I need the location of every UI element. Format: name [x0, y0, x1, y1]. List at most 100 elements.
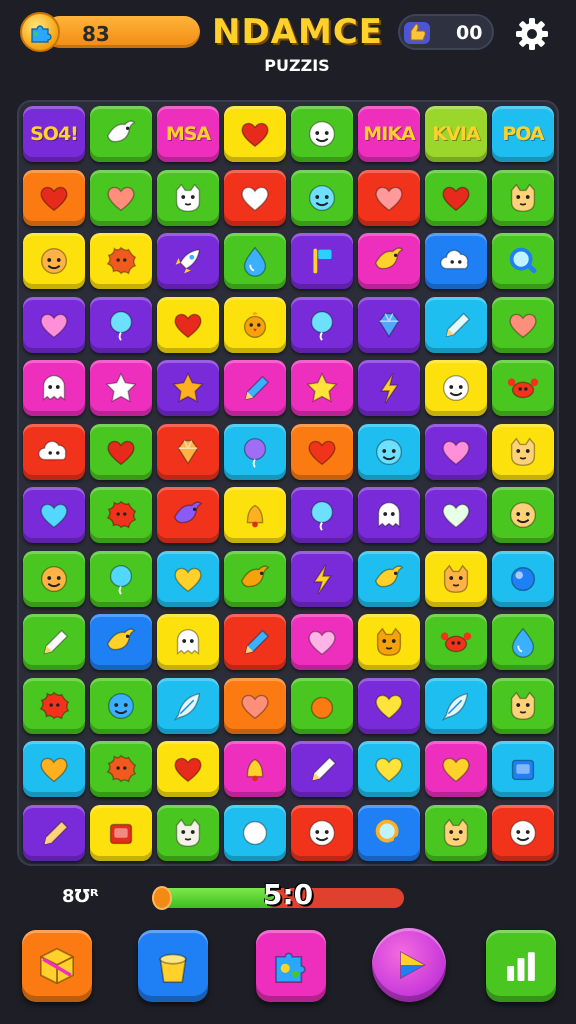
tile[interactable]	[291, 550, 353, 607]
play-button[interactable]	[372, 928, 446, 1002]
tile[interactable]	[425, 677, 487, 734]
tile[interactable]	[224, 169, 286, 226]
tile[interactable]	[291, 106, 353, 162]
tile[interactable]	[23, 296, 85, 353]
tile[interactable]	[358, 677, 420, 734]
tile[interactable]	[157, 360, 219, 416]
tile[interactable]	[90, 106, 152, 162]
tile[interactable]	[157, 677, 219, 734]
tile[interactable]: MSA	[157, 106, 219, 162]
tile[interactable]	[492, 423, 554, 480]
tile[interactable]	[90, 614, 152, 670]
tile[interactable]	[492, 550, 554, 607]
tile[interactable]	[291, 233, 353, 289]
puzzle-button[interactable]	[256, 930, 326, 1002]
tile[interactable]	[157, 804, 219, 861]
tile[interactable]	[358, 741, 420, 797]
tile[interactable]	[90, 487, 152, 543]
tile[interactable]	[425, 423, 487, 480]
tile[interactable]	[492, 169, 554, 226]
tile[interactable]	[425, 550, 487, 607]
tile[interactable]	[224, 677, 286, 734]
tile[interactable]	[224, 360, 286, 416]
tile[interactable]	[224, 614, 286, 670]
tile[interactable]	[425, 741, 487, 797]
tile[interactable]	[425, 614, 487, 670]
tile[interactable]	[492, 296, 554, 353]
tile[interactable]	[23, 487, 85, 543]
tile[interactable]	[23, 360, 85, 416]
tile[interactable]	[358, 360, 420, 416]
tile[interactable]	[492, 677, 554, 734]
tile[interactable]: KVIA	[425, 106, 487, 162]
tile[interactable]: MIKA	[358, 106, 420, 162]
tile[interactable]	[23, 233, 85, 289]
tile[interactable]	[425, 169, 487, 226]
tile[interactable]	[291, 169, 353, 226]
tile[interactable]	[425, 360, 487, 416]
tile[interactable]	[157, 550, 219, 607]
tile[interactable]	[425, 804, 487, 861]
tile[interactable]	[291, 487, 353, 543]
tile[interactable]	[90, 360, 152, 416]
tile[interactable]: POA	[492, 106, 554, 162]
tile[interactable]	[90, 296, 152, 353]
coin-counter[interactable]: 83	[20, 12, 200, 52]
tile[interactable]	[224, 487, 286, 543]
tile[interactable]	[90, 169, 152, 226]
tile[interactable]	[291, 804, 353, 861]
tile[interactable]	[358, 233, 420, 289]
tile[interactable]	[224, 741, 286, 797]
tile[interactable]	[23, 741, 85, 797]
lives-counter[interactable]: 00	[398, 14, 494, 50]
settings-button[interactable]	[512, 14, 552, 54]
tile[interactable]	[358, 804, 420, 861]
tile[interactable]	[492, 804, 554, 861]
tile[interactable]	[358, 614, 420, 670]
tile[interactable]	[492, 614, 554, 670]
tile[interactable]	[23, 550, 85, 607]
tile[interactable]	[358, 423, 420, 480]
bucket-button[interactable]	[138, 930, 208, 1002]
tile[interactable]	[291, 360, 353, 416]
tile[interactable]	[90, 741, 152, 797]
tile[interactable]	[23, 804, 85, 861]
tile[interactable]	[90, 423, 152, 480]
tile[interactable]	[157, 741, 219, 797]
tile[interactable]	[23, 169, 85, 226]
tile[interactable]	[90, 233, 152, 289]
tile[interactable]	[23, 677, 85, 734]
tile[interactable]	[358, 169, 420, 226]
tile[interactable]	[425, 233, 487, 289]
tile[interactable]	[157, 296, 219, 353]
tile[interactable]	[358, 487, 420, 543]
tile[interactable]	[224, 423, 286, 480]
tile[interactable]	[492, 233, 554, 289]
tile[interactable]	[492, 487, 554, 543]
stats-button[interactable]	[486, 930, 556, 1002]
tile[interactable]	[224, 296, 286, 353]
cube-button[interactable]	[22, 930, 92, 1002]
tile[interactable]	[224, 804, 286, 861]
tile[interactable]	[358, 550, 420, 607]
tile[interactable]	[291, 423, 353, 480]
tile[interactable]	[492, 741, 554, 797]
tile[interactable]: SO4!	[23, 106, 85, 162]
tile[interactable]	[23, 614, 85, 670]
tile[interactable]	[157, 487, 219, 543]
tile[interactable]	[425, 296, 487, 353]
tile[interactable]	[224, 233, 286, 289]
tile[interactable]	[157, 169, 219, 226]
tile[interactable]	[224, 106, 286, 162]
tile[interactable]	[291, 677, 353, 734]
tile[interactable]	[157, 614, 219, 670]
tile[interactable]	[492, 360, 554, 416]
tile[interactable]	[90, 804, 152, 861]
tile[interactable]	[157, 423, 219, 480]
tile[interactable]	[291, 296, 353, 353]
tile[interactable]	[90, 550, 152, 607]
tile[interactable]	[157, 233, 219, 289]
tile[interactable]	[23, 423, 85, 480]
tile[interactable]	[90, 677, 152, 734]
tile[interactable]	[291, 741, 353, 797]
